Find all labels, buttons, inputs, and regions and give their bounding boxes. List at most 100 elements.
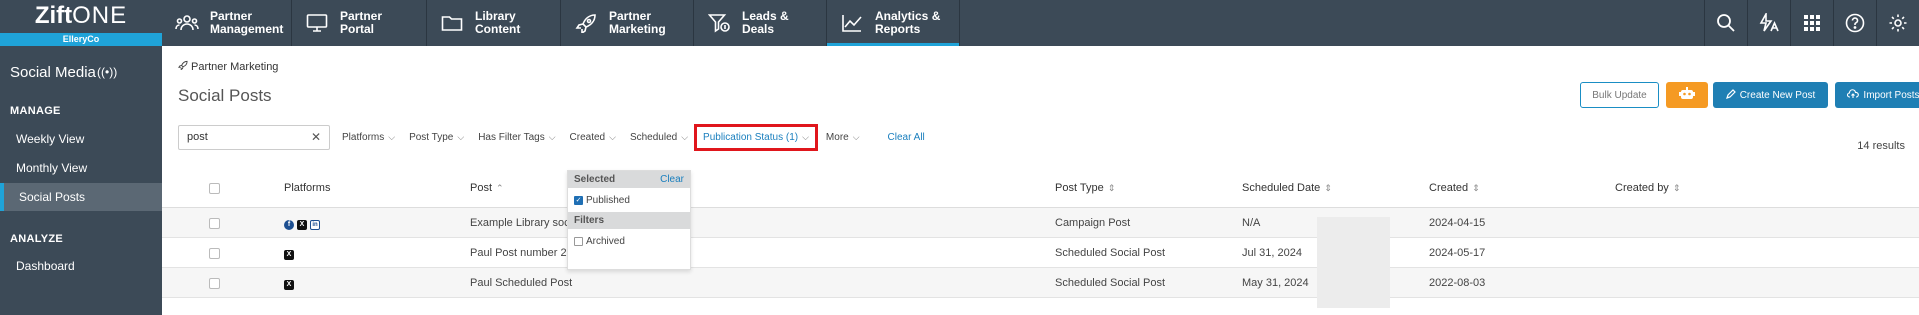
- publication-status-dropdown: Selected Clear ✓ Published Filters Archi…: [567, 170, 691, 270]
- main-content: Partner Marketing Social Posts Bulk Upda…: [162, 46, 1919, 315]
- table-header: Platforms Post ⌃ Post Type ⇕ Scheduled Dat…: [162, 170, 1919, 208]
- sidebar-item-monthly-view[interactable]: Monthly View: [0, 154, 162, 182]
- top-nav-bar: ZiftONE ElleryCo Partner Management Part…: [0, 0, 1919, 46]
- filter-post-type[interactable]: Post Type ⌵: [409, 132, 464, 143]
- header-label: Scheduled Date: [1242, 182, 1321, 194]
- header-label: Created by: [1615, 182, 1669, 194]
- logo-brand-light: ONE: [72, 2, 128, 29]
- filter-scheduled[interactable]: Scheduled ⌵: [630, 132, 688, 143]
- header-label: Post: [470, 182, 493, 194]
- import-posts-button[interactable]: Import Posts: [1835, 82, 1919, 108]
- select-all-checkbox[interactable]: [209, 183, 220, 194]
- checkbox-checked[interactable]: ✓: [574, 195, 583, 205]
- robot-button[interactable]: [1666, 82, 1708, 108]
- header-created-by[interactable]: Created by ⇕: [1615, 182, 1680, 194]
- help-icon[interactable]: [1833, 0, 1876, 46]
- company-name: ElleryCo: [0, 33, 162, 46]
- table-row[interactable]: X Paul Post number 2 Scheduled Social Po…: [162, 238, 1919, 268]
- chevron-down-icon: ⌵: [852, 132, 860, 142]
- checkbox-unchecked[interactable]: [574, 236, 583, 246]
- create-new-post-button[interactable]: Create New Post: [1713, 82, 1828, 108]
- chevron-down-icon: ⌵: [548, 132, 556, 142]
- nav-label: Partner Portal: [340, 9, 383, 36]
- flash-translate-icon[interactable]: [1747, 0, 1790, 46]
- nav-label: Partner Marketing: [609, 9, 666, 36]
- chevron-down-icon: ⌵: [388, 132, 396, 142]
- scheduled-date: Jul 31, 2024: [1242, 247, 1302, 259]
- filter-label: More: [825, 132, 849, 143]
- sidebar-item-dashboard[interactable]: Dashboard: [0, 252, 162, 280]
- created-date: 2022-08-03: [1429, 277, 1486, 289]
- sort-icon: ⇕: [1672, 183, 1681, 193]
- chevron-down-icon: ⌵: [609, 132, 616, 142]
- platform-icons: X: [284, 247, 294, 260]
- sidebar-item-weekly-view[interactable]: Weekly View: [0, 125, 162, 153]
- nav-partner-marketing[interactable]: Partner Marketing: [561, 0, 694, 46]
- platform-icons: f X in: [284, 217, 320, 230]
- page-title: Social Posts: [178, 86, 272, 105]
- post-name[interactable]: Paul Scheduled Post: [470, 277, 572, 289]
- clear-search-icon[interactable]: ✕: [311, 126, 321, 149]
- row-checkbox[interactable]: [209, 278, 220, 289]
- cloud-upload-icon: [1847, 88, 1860, 102]
- nav-analytics-reports[interactable]: Analytics & Reports: [827, 0, 960, 46]
- breadcrumb[interactable]: Partner Marketing: [178, 60, 278, 73]
- toolbar-icons: [1704, 0, 1919, 46]
- post-type: Scheduled Social Post: [1055, 277, 1166, 289]
- option-published[interactable]: ✓ Published: [568, 188, 690, 212]
- ziftone-logo[interactable]: ZiftONE ElleryCo: [0, 0, 162, 46]
- settings-icon[interactable]: [1876, 0, 1919, 46]
- nav-library-content[interactable]: Library Content: [427, 0, 561, 46]
- filter-label: Scheduled: [629, 132, 678, 143]
- apps-grid-icon[interactable]: [1790, 0, 1833, 46]
- header-scheduled-date[interactable]: Scheduled Date ⇕: [1242, 182, 1332, 194]
- nav-label: Leads & Deals: [742, 9, 789, 36]
- sort-icon: ⇕: [1107, 183, 1116, 193]
- header-post[interactable]: Post ⌃: [470, 182, 504, 194]
- filter-created[interactable]: Created ⌵: [570, 132, 616, 143]
- header-post-type[interactable]: Post Type ⇕: [1055, 182, 1115, 194]
- option-archived[interactable]: Archived: [568, 229, 690, 253]
- search-icon[interactable]: [1704, 0, 1747, 46]
- filters-heading: Filters: [574, 215, 605, 226]
- selected-heading: Selected: [574, 174, 616, 185]
- clear-all-link[interactable]: Clear All: [888, 132, 925, 143]
- filter-more[interactable]: More ⌵: [826, 132, 860, 143]
- edit-icon: [1725, 88, 1736, 102]
- post-name[interactable]: Paul Post number 2: [470, 247, 567, 259]
- row-checkbox[interactable]: [209, 218, 220, 229]
- table-row[interactable]: f X in Example Library social post Campa…: [162, 208, 1919, 238]
- nav-leads-deals[interactable]: Leads & Deals: [694, 0, 827, 46]
- filter-has-filter-tags[interactable]: Has Filter Tags ⌵: [478, 132, 555, 143]
- post-type: Scheduled Social Post: [1055, 247, 1166, 259]
- logo-wordmark: ZiftONE: [0, 2, 162, 30]
- breadcrumb-label: Partner Marketing: [191, 61, 279, 73]
- nav-partner-management[interactable]: Partner Management: [162, 0, 292, 46]
- search-input[interactable]: post ✕: [178, 125, 330, 150]
- dropdown-filters-header: Filters: [568, 212, 690, 229]
- linkedin-icon: in: [310, 219, 320, 230]
- filter-platforms[interactable]: Platforms ⌵: [342, 132, 395, 143]
- dropdown-clear-link[interactable]: Clear: [660, 171, 684, 188]
- filter-label: Publication Status (1): [703, 132, 799, 143]
- nav-partner-portal[interactable]: Partner Portal: [292, 0, 427, 46]
- monitor-icon: [304, 12, 330, 34]
- created-by-avatar-placeholder: [1317, 217, 1390, 308]
- header-label: Created: [1429, 182, 1469, 194]
- x-icon: X: [284, 249, 294, 260]
- filter-publication-status[interactable]: Publication Status (1) ⌵: [694, 124, 818, 151]
- row-checkbox[interactable]: [209, 248, 220, 259]
- facebook-icon: f: [284, 219, 294, 230]
- robot-icon: [1679, 87, 1695, 103]
- chevron-down-icon: ⌵: [802, 132, 809, 142]
- create-new-post-label: Create New Post: [1739, 89, 1816, 101]
- main-nav: Partner Management Partner Portal Librar…: [162, 0, 960, 46]
- broadcast-icon: ((•)): [97, 65, 118, 79]
- bulk-update-button[interactable]: Bulk Update: [1580, 82, 1659, 108]
- sort-icon: ⇕: [1472, 183, 1480, 193]
- table-row[interactable]: X Paul Scheduled Post Scheduled Social P…: [162, 268, 1919, 298]
- people-icon: [174, 12, 200, 34]
- header-created[interactable]: Created ⇕: [1429, 182, 1480, 194]
- rocket-icon: [178, 60, 188, 73]
- sidebar-item-social-posts[interactable]: Social Posts: [0, 183, 162, 211]
